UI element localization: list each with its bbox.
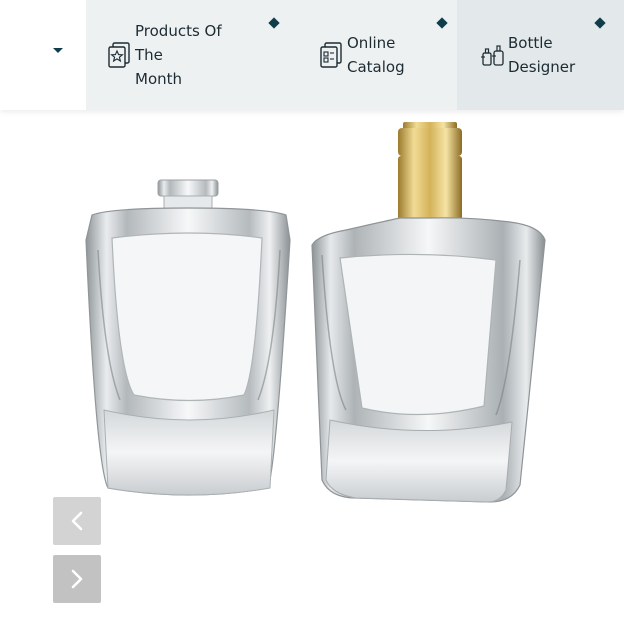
gallery-next-button[interactable] bbox=[53, 555, 101, 603]
bottles-icon bbox=[481, 45, 504, 66]
nav-label-line1: Online bbox=[347, 34, 396, 52]
star-document-icon bbox=[108, 42, 130, 68]
nav-item-bottle-designer[interactable]: Bottle Designer bbox=[457, 0, 624, 110]
chevron-left-icon bbox=[71, 511, 83, 531]
bottle-right bbox=[311, 122, 546, 503]
diamond-marker-icon bbox=[268, 17, 280, 29]
diamond-marker-icon bbox=[436, 17, 448, 29]
nav-label: Products Of The Month bbox=[135, 19, 253, 91]
nav-label: Online Catalog bbox=[347, 31, 457, 79]
nav-item-online-catalog[interactable]: Online Catalog bbox=[295, 0, 457, 110]
top-navigation: Products Of The Month Online Catalog Bot… bbox=[0, 0, 624, 110]
product-image bbox=[85, 122, 546, 503]
gallery-prev-button[interactable] bbox=[53, 497, 101, 545]
diamond-marker-icon bbox=[594, 17, 606, 29]
nav-label-line1: Bottle bbox=[508, 34, 553, 52]
nav-label-line2: Catalog bbox=[347, 58, 405, 76]
nav-label: Bottle Designer bbox=[508, 31, 624, 79]
nav-item-products-of-the-month[interactable]: Products Of The Month bbox=[86, 0, 295, 110]
nav-label-line1: Products Of The bbox=[135, 22, 222, 64]
nav-label-line2: Month bbox=[135, 70, 183, 88]
caret-down-icon[interactable] bbox=[53, 48, 63, 53]
product-gallery bbox=[0, 110, 624, 624]
chevron-right-icon bbox=[71, 569, 83, 589]
nav-label-line2: Designer bbox=[508, 58, 576, 76]
catalog-icon bbox=[320, 42, 342, 68]
nav-dropdown-toggle[interactable] bbox=[0, 0, 86, 110]
bottle-left bbox=[85, 179, 291, 496]
